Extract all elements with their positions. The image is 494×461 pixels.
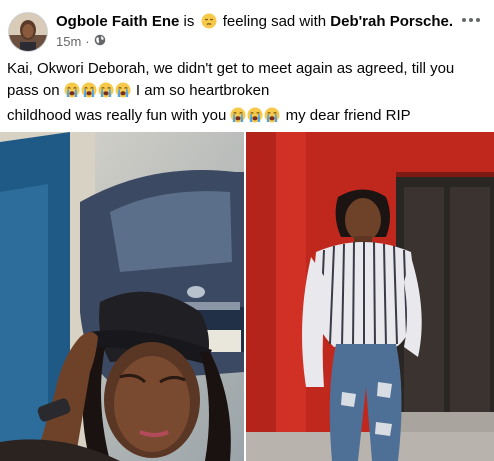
post-line-3-text: childhood was really fun with you [7, 107, 227, 124]
post-line-2-start: pass on [7, 82, 60, 99]
post-meta: 15m · [56, 34, 106, 49]
author-name[interactable]: Ogbole Faith Ene [56, 13, 179, 30]
globe-icon[interactable] [94, 34, 106, 49]
pensive-face-icon [201, 13, 217, 35]
loudly-crying-face-icon [115, 82, 131, 105]
photo-right[interactable] [246, 132, 494, 461]
post-body: Kai, Okwori Deborah, we didn't get to me… [7, 58, 487, 130]
header-connector: is [183, 13, 195, 30]
post-timestamp[interactable]: 15m [56, 34, 81, 49]
post-line-3: childhood was really fun with you my dea… [7, 105, 487, 130]
crying-emoji-group [230, 107, 281, 124]
post-line-2-end: I am so heartbroken [135, 82, 270, 99]
more-options-icon[interactable] [462, 18, 480, 22]
author-avatar[interactable] [8, 12, 48, 52]
tagged-friend[interactable]: Deb'rah Porsche. [330, 13, 453, 30]
crying-emoji-group [64, 82, 132, 99]
meta-separator: · [85, 34, 90, 49]
photo-left[interactable] [0, 132, 244, 461]
post-line-1: Kai, Okwori Deborah, we didn't get to me… [7, 60, 455, 77]
loudly-crying-face-icon [230, 107, 246, 130]
post-line-3-end: my dear friend RIP [285, 107, 411, 124]
facebook-post: Ogbole Faith Ene is feeling sad with Deb… [0, 0, 494, 461]
loudly-crying-face-icon [64, 82, 80, 105]
loudly-crying-face-icon [247, 107, 263, 130]
feeling-text: feeling sad with [222, 13, 327, 30]
post-line-2: pass on I am so heartbroken [7, 80, 487, 105]
loudly-crying-face-icon [264, 107, 280, 130]
loudly-crying-face-icon [81, 82, 97, 105]
post-header: Ogbole Faith Ene is feeling sad with Deb… [56, 12, 453, 35]
loudly-crying-face-icon [98, 82, 114, 105]
